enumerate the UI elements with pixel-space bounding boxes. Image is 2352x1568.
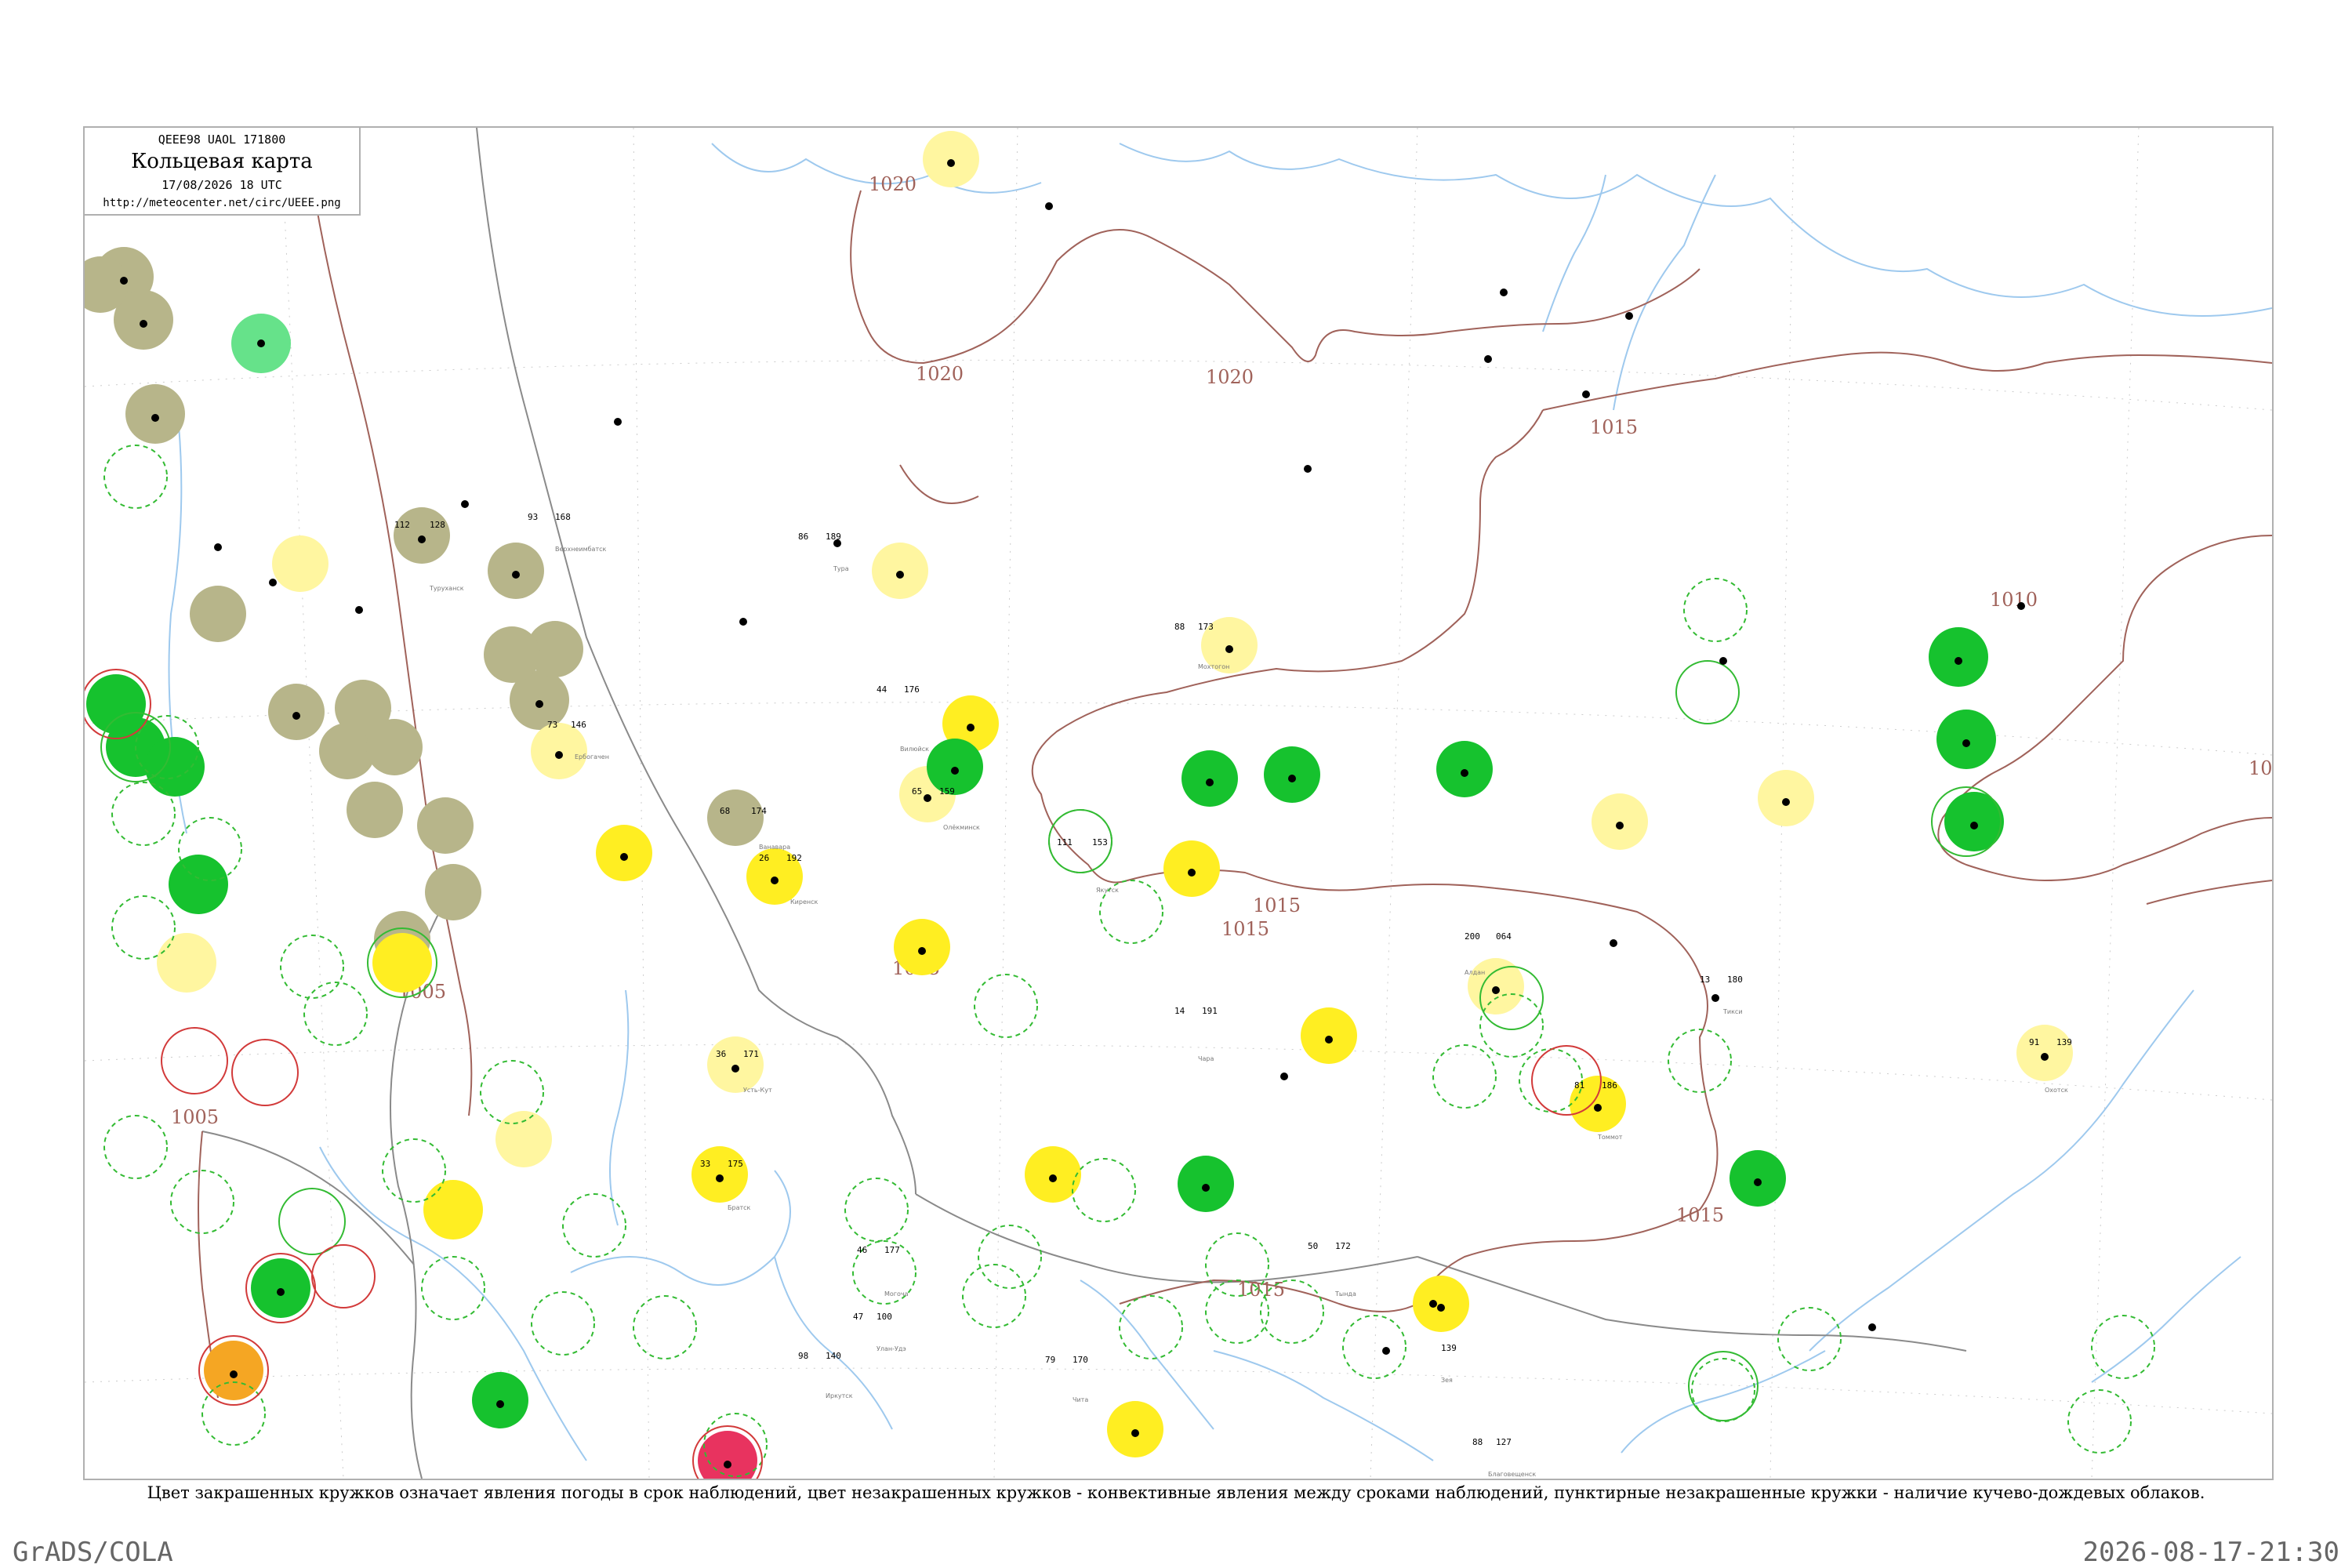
station-name: Усть-Кут — [743, 1087, 772, 1094]
station-name: Зея — [1441, 1377, 1453, 1384]
map-datetime: 17/08/2026 18 UTC — [162, 178, 282, 192]
station-temp: 36 — [716, 1049, 726, 1059]
station-temp: 47 — [853, 1312, 863, 1322]
station-temp: 81 — [1574, 1080, 1584, 1091]
station-name: Тында — [1334, 1290, 1356, 1298]
station-name: Алдан — [1465, 969, 1485, 976]
station-name: Томмот — [1597, 1134, 1623, 1141]
station-temp: 79 — [1045, 1355, 1055, 1365]
station-temp: 13 — [1700, 975, 1710, 985]
isobar-label: 10 — [2249, 757, 2272, 779]
isobar-label: 1010 — [1990, 589, 2038, 611]
station-name: Туруханск — [429, 585, 464, 592]
station-name: Чара — [1198, 1055, 1214, 1062]
graticule — [85, 128, 2272, 1479]
station-temp: 111 — [1057, 837, 1073, 848]
station-pressure: 146 — [571, 720, 586, 730]
bulletin-code: QEEE98 UAOL 171800 — [158, 132, 286, 147]
isobar-label: 1015 — [1237, 1279, 1285, 1301]
isobar-label: 1015 — [1590, 416, 1638, 438]
station-name: Якутск — [1096, 887, 1119, 894]
station-temp: 26 — [759, 853, 769, 863]
station-temp: 98 — [798, 1351, 808, 1361]
station-pressure: 128 — [430, 520, 445, 530]
station-name: Чита — [1073, 1396, 1088, 1403]
map-title: Кольцевая карта — [131, 150, 313, 173]
station-pressure: 173 — [1198, 622, 1214, 632]
station-name: Тикси — [1722, 1008, 1743, 1015]
station-temp: 44 — [877, 684, 887, 695]
station-pressure: 153 — [1092, 837, 1108, 848]
station-dots — [120, 159, 2049, 1468]
station-pressure: 171 — [743, 1049, 759, 1059]
software-label: GrADS/COLA — [13, 1537, 173, 1568]
station-temp: 46 — [857, 1245, 867, 1255]
legend-caption: Цвет закрашенных кружков означает явлени… — [147, 1483, 2205, 1502]
station-name: Иркутск — [826, 1392, 853, 1399]
station-pressure: 159 — [939, 786, 955, 797]
station-name: Могоча — [884, 1290, 909, 1298]
station-pressure: 174 — [751, 806, 767, 816]
station-name: Тура — [833, 565, 849, 572]
isobar-label: 1020 — [869, 173, 916, 195]
station-name: Благовещенск — [1488, 1471, 1536, 1478]
station-pressure: 176 — [904, 684, 920, 695]
station-pressure: 139 — [2056, 1037, 2072, 1047]
station-temp: 139 — [1441, 1343, 1457, 1353]
station-name: Верхнеимбатск — [555, 546, 607, 553]
station-temp: 65 — [912, 786, 922, 797]
isobar-label: 1020 — [916, 363, 964, 385]
isobar-label: 1015 — [1676, 1204, 1724, 1226]
station-temp: 112 — [394, 520, 410, 530]
station-temp: 91 — [2029, 1037, 2039, 1047]
station-pressure: 180 — [1727, 975, 1743, 985]
map-url: http://meteocenter.net/circ/UEEE.png — [103, 197, 341, 209]
station-temp: 93 — [528, 512, 538, 522]
station-temp: 73 — [547, 720, 557, 730]
station-name: Улан-Удэ — [877, 1345, 906, 1352]
station-pressure: 192 — [786, 853, 802, 863]
synoptic-map[interactable]: 1020 1020 1020 1015 1015 1015 1015 1015 … — [85, 128, 2272, 1479]
station-temp: 68 — [720, 806, 730, 816]
station-name: Мохтогон — [1198, 663, 1229, 670]
station-name: Охотск — [2045, 1087, 2068, 1094]
station-temp: 14 — [1174, 1006, 1185, 1016]
station-pressure: 170 — [1073, 1355, 1088, 1365]
station-pressure: 127 — [1496, 1437, 1512, 1447]
station-name: Ванавара — [759, 844, 790, 851]
render-timestamp: 2026-08-17-21:30 — [2082, 1537, 2339, 1568]
station-pressure: 064 — [1496, 931, 1512, 942]
station-pressure: 140 — [826, 1351, 841, 1361]
station-pressure: 175 — [728, 1159, 743, 1169]
station-pressure: 189 — [826, 532, 841, 542]
station-temp: 86 — [798, 532, 808, 542]
isobar-label: 1015 — [1221, 918, 1269, 940]
isobar-label: 1005 — [171, 1106, 219, 1128]
station-pressure: 172 — [1335, 1241, 1351, 1251]
station-name: Олёкминск — [943, 824, 980, 831]
station-name: Братск — [728, 1204, 751, 1211]
station-temp: 88 — [1174, 622, 1185, 632]
isobar-label: 1015 — [1253, 895, 1301, 916]
station-pressure: 168 — [555, 512, 571, 522]
weather-circles — [85, 131, 2073, 1479]
isobar-label: 1020 — [1206, 366, 1254, 388]
map-frame[interactable]: 1020 1020 1020 1015 1015 1015 1015 1015 … — [83, 126, 2274, 1480]
station-temp: 33 — [700, 1159, 710, 1169]
station-name: Киренск — [790, 898, 818, 906]
station-pressure: 186 — [1602, 1080, 1617, 1091]
station-name: Ербогачен — [575, 753, 609, 760]
station-name: Вилюйск — [900, 746, 929, 753]
station-pressure: 100 — [877, 1312, 892, 1322]
station-temp: 88 — [1472, 1437, 1483, 1447]
station-pressure: 191 — [1202, 1006, 1218, 1016]
station-pressure: 177 — [884, 1245, 900, 1255]
map-title-box: QEEE98 UAOL 171800 Кольцевая карта 17/08… — [83, 126, 361, 216]
borders — [201, 128, 1967, 1479]
station-temp: 50 — [1308, 1241, 1318, 1251]
station-temp: 200 — [1465, 931, 1480, 942]
